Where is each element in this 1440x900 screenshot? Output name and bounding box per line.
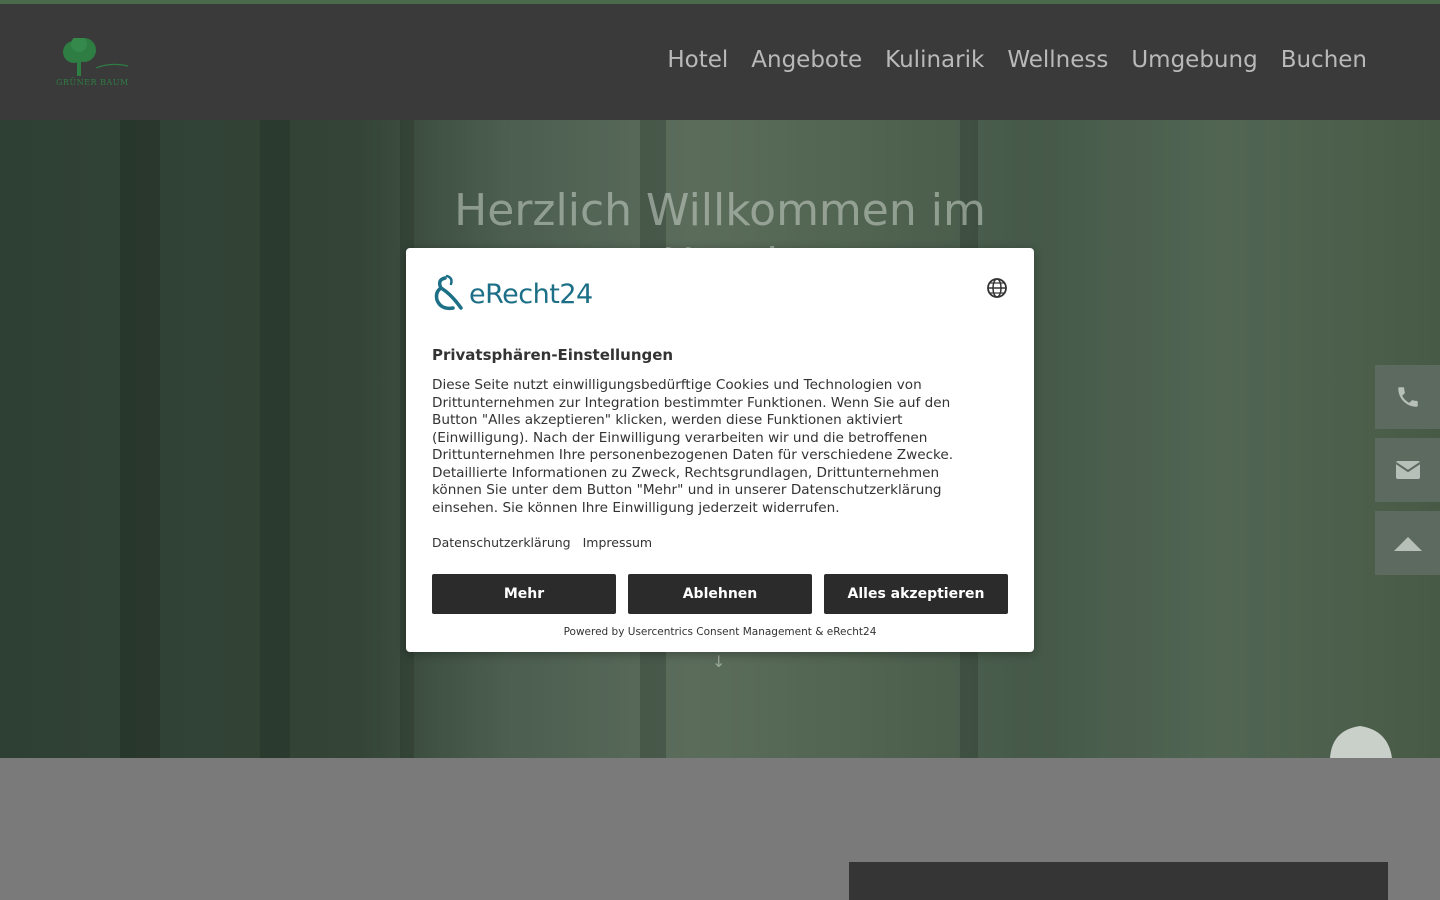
consent-dialog: eRecht24 Privatsphären-Einstellungen Die… — [406, 248, 1034, 652]
main-nav: Hotel Angebote Kulinarik Wellness Umgebu… — [667, 47, 1367, 73]
consent-description: Diese Seite nutzt einwilligungsbedürftig… — [432, 377, 954, 516]
consent-title: Privatsphären-Einstellungen — [432, 346, 674, 364]
envelope-icon — [1394, 461, 1421, 479]
nav-wellness[interactable]: Wellness — [1007, 47, 1108, 73]
email-button[interactable] — [1375, 438, 1440, 502]
nav-kulinarik[interactable]: Kulinarik — [885, 47, 984, 73]
imprint-link[interactable]: Impressum — [583, 535, 652, 550]
hotel-logo[interactable]: GRÜNER BAUM — [56, 36, 136, 92]
content-dark-panel — [849, 862, 1388, 900]
erecht24-logo-icon — [434, 274, 463, 311]
hero-title-line-1: Herzlich Willkommen im — [454, 185, 986, 236]
language-button[interactable] — [986, 277, 1008, 303]
decline-button[interactable]: Ablehnen — [628, 574, 812, 614]
powered-by-text: Powered by Usercentrics Consent Manageme… — [563, 626, 877, 638]
accept-all-button[interactable]: Alles akzeptieren — [824, 574, 1008, 614]
tree-logo-icon — [63, 36, 129, 76]
nav-umgebung[interactable]: Umgebung — [1131, 47, 1257, 73]
logo-text: GRÜNER BAUM — [56, 78, 129, 87]
globe-icon — [987, 278, 1007, 298]
phone-icon — [1397, 387, 1418, 407]
erecht24-brand-text: eRecht24 — [469, 278, 593, 310]
scroll-down-icon[interactable]: ↓ — [712, 652, 725, 671]
more-button[interactable]: Mehr — [432, 574, 616, 614]
arrow-up-icon — [1393, 537, 1422, 551]
nav-buchen[interactable]: Buchen — [1281, 47, 1367, 73]
scroll-top-button[interactable] — [1375, 511, 1440, 575]
tree-watermark-icon — [1330, 726, 1392, 758]
erecht24-logo: eRecht24 — [431, 274, 593, 314]
nav-angebote[interactable]: Angebote — [751, 47, 862, 73]
privacy-policy-link[interactable]: Datenschutzerklärung — [432, 535, 571, 550]
nav-hotel[interactable]: Hotel — [667, 47, 728, 73]
consent-links: Datenschutzerklärung Impressum — [432, 535, 652, 550]
site-header: GRÜNER BAUM Hotel Angebote Kulinarik Wel… — [0, 4, 1440, 120]
phone-button[interactable] — [1375, 365, 1440, 429]
